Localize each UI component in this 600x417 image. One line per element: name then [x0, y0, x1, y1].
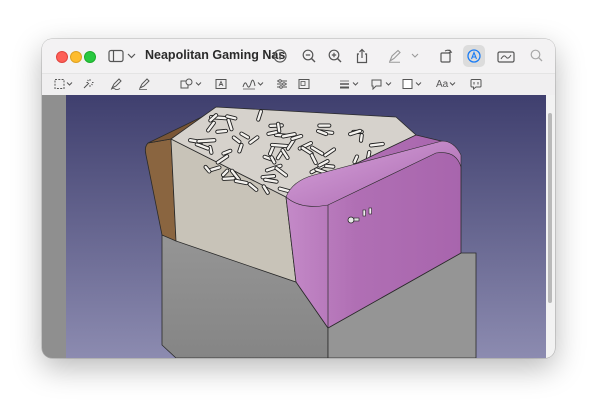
usb-port-icon — [362, 209, 366, 217]
line-style-icon — [340, 80, 359, 89]
document-area — [42, 95, 555, 358]
vent-slot-inner — [270, 143, 289, 148]
shapes-button[interactable] — [180, 78, 204, 90]
zoom-out-icon — [302, 49, 316, 63]
markup-button[interactable] — [463, 45, 485, 67]
selection-tool-button[interactable] — [54, 78, 74, 90]
form-filling-button[interactable] — [497, 49, 515, 63]
sidebar-icon — [108, 49, 136, 63]
shapes-icon — [180, 78, 202, 89]
zoom-window-button[interactable] — [84, 51, 96, 63]
window-title: Neapolitan Gaming Nas — [145, 48, 286, 62]
resize-icon — [298, 79, 310, 89]
magic-wand-icon — [83, 79, 94, 89]
speech-bubble-icon — [470, 79, 482, 90]
text-box-icon — [215, 79, 227, 89]
fill-color-icon — [402, 79, 422, 89]
highlight-button[interactable] — [388, 49, 420, 63]
rectangle-select-icon — [54, 79, 73, 89]
signature-icon — [242, 79, 264, 90]
search-icon — [530, 49, 543, 62]
pen-icon — [388, 49, 419, 63]
rotate-icon — [440, 49, 453, 63]
vent-slot-inner — [216, 129, 228, 133]
search-button[interactable] — [530, 49, 543, 62]
draw-tool-button[interactable] — [138, 78, 150, 90]
share-icon — [356, 48, 368, 64]
title-bar: Neapolitan Gaming Nas — [42, 39, 555, 73]
text-style-label: Aa — [436, 78, 449, 90]
usb-port-icon — [368, 207, 372, 215]
vent-slot-inner — [197, 139, 216, 143]
instant-alpha-button[interactable] — [82, 78, 94, 90]
zoom-out-button[interactable] — [302, 49, 316, 63]
minimize-window-button[interactable] — [70, 51, 82, 63]
vertical-scrollbar[interactable] — [546, 95, 555, 358]
vent-slot-inner — [267, 130, 278, 136]
sketch-tool-button[interactable] — [110, 78, 122, 90]
signature-icon — [497, 51, 515, 63]
chevron-down-icon — [449, 82, 456, 86]
annotate-button[interactable] — [470, 78, 482, 90]
info-icon — [273, 49, 287, 63]
border-color-button[interactable] — [370, 78, 394, 90]
adjust-size-button[interactable] — [298, 78, 310, 90]
nas-case-3d-model — [66, 95, 546, 358]
rotate-button[interactable] — [439, 48, 453, 63]
sliders-icon — [277, 79, 287, 89]
text-style-button[interactable]: Aa — [436, 77, 458, 91]
vent-slot-inner — [369, 142, 384, 147]
cad-render-image — [66, 95, 546, 358]
vent-slot-inner — [208, 145, 213, 154]
share-button[interactable] — [355, 48, 369, 64]
zoom-in-button[interactable] — [328, 49, 342, 63]
sign-button[interactable] — [242, 78, 266, 90]
adjust-color-button[interactable] — [276, 78, 288, 90]
markup-icon — [467, 49, 481, 63]
zoom-in-icon — [328, 49, 342, 63]
vent-slot-inner — [276, 122, 281, 133]
vent-slot-inner — [359, 133, 363, 142]
fill-color-button[interactable] — [402, 78, 424, 90]
preview-window: Neapolitan Gaming Nas Aa — [42, 39, 555, 358]
power-button-icon — [347, 216, 355, 224]
shape-style-button[interactable] — [339, 78, 361, 90]
sidebar-toggle-button[interactable] — [108, 49, 138, 63]
vent-slot-inner — [222, 177, 235, 180]
scrollbar-thumb[interactable] — [548, 113, 552, 303]
close-window-button[interactable] — [56, 51, 68, 63]
draw-icon — [138, 78, 150, 90]
info-button[interactable] — [273, 49, 287, 63]
vent-slot-inner — [261, 174, 276, 179]
vent-slot-inner — [323, 164, 335, 168]
border-color-icon — [371, 79, 392, 90]
sketch-icon — [110, 78, 122, 90]
text-tool-button[interactable] — [215, 78, 227, 90]
markup-toolbar: Aa — [42, 73, 555, 96]
